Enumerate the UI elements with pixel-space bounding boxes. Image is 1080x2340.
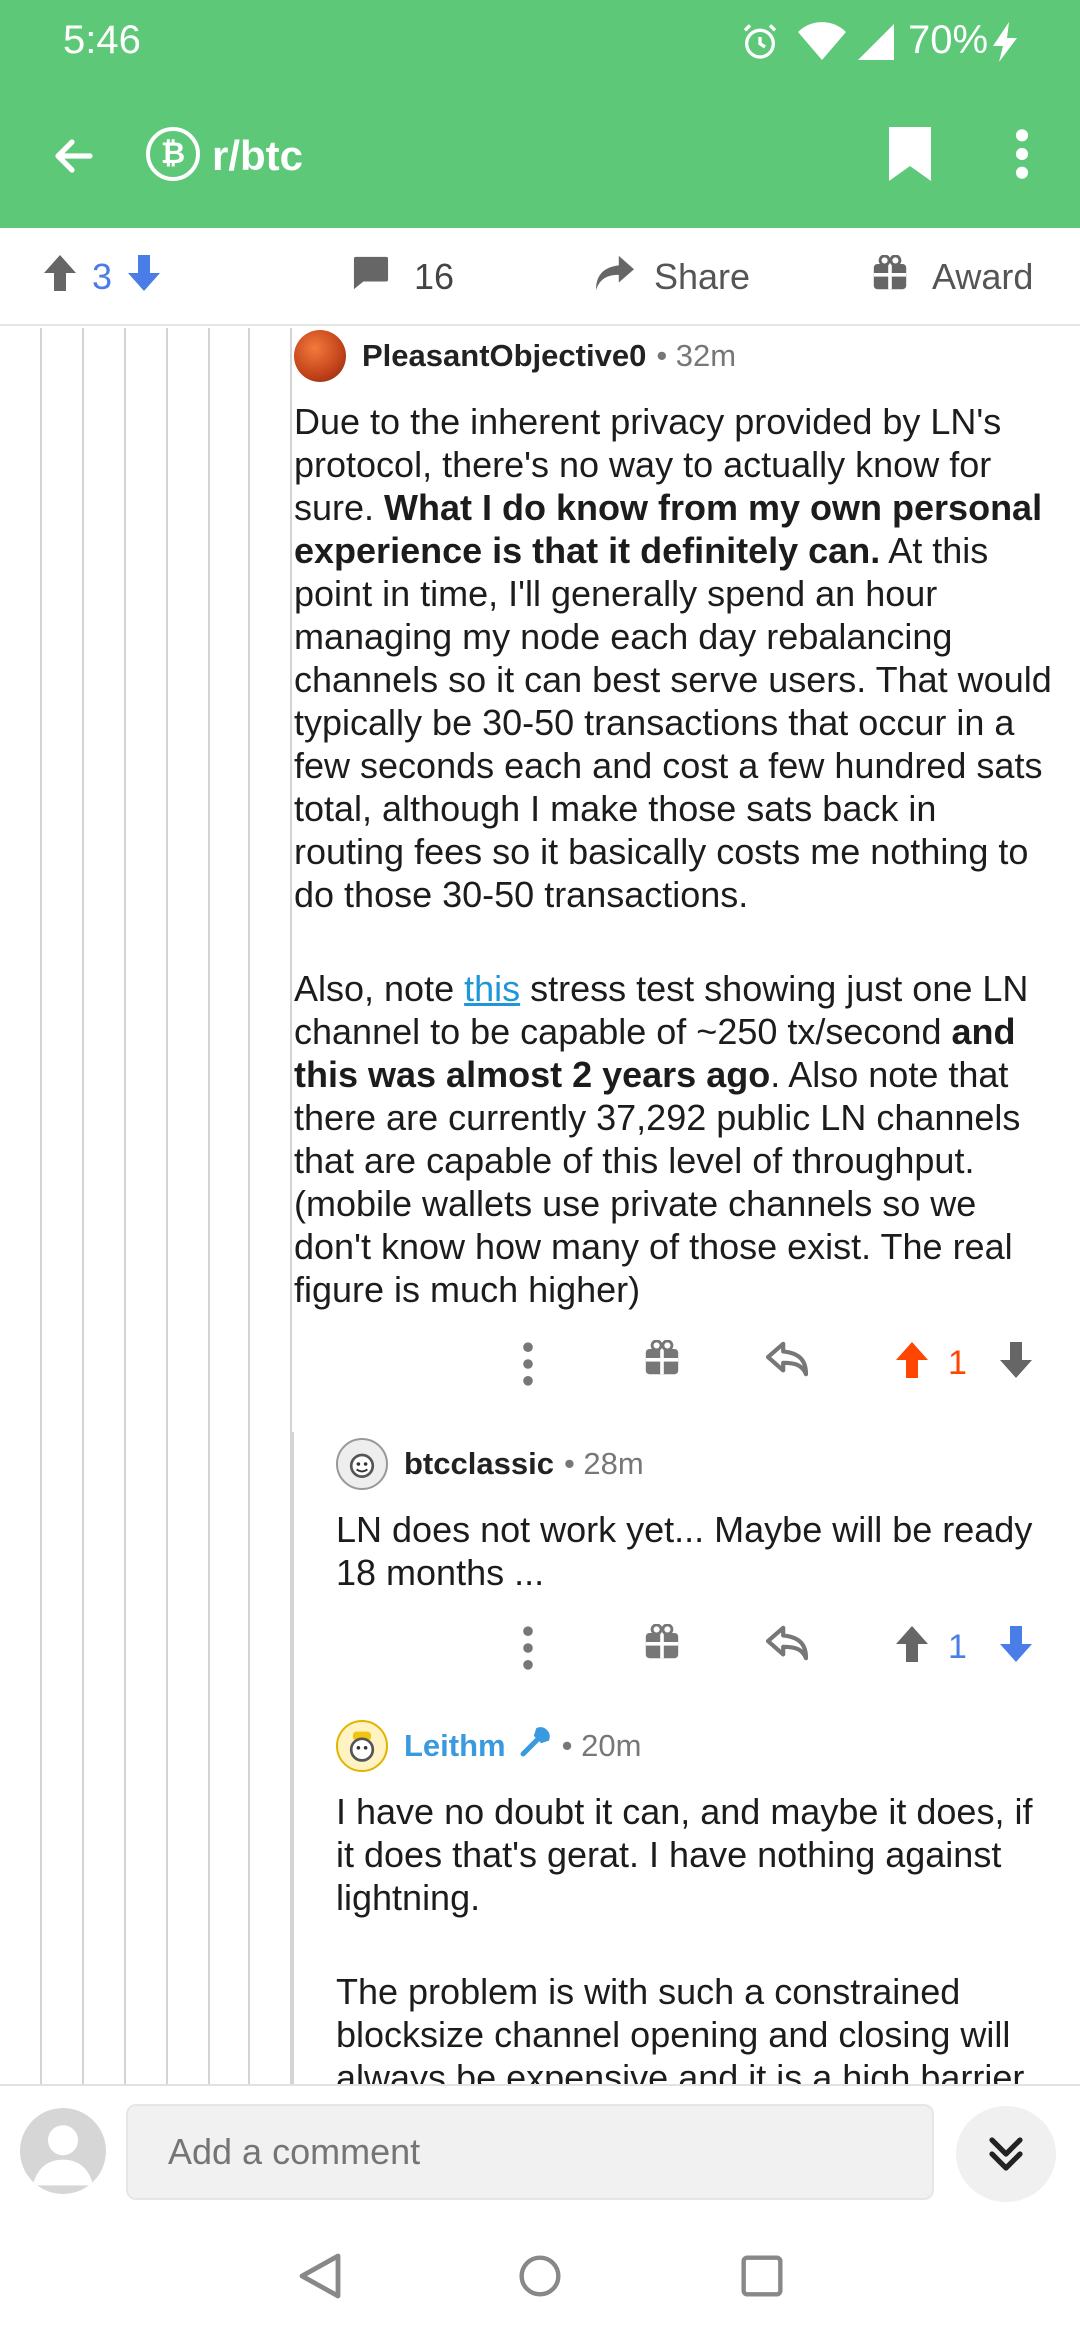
award-button[interactable]: Award <box>872 228 1033 326</box>
downvote-icon[interactable] <box>998 1624 1034 1669</box>
comment-body: LN does not work yet... Maybe will be re… <box>336 1508 1056 1594</box>
comment: btcclassic • 28m LN does not work yet...… <box>336 1436 1056 1645</box>
thread-depth-line[interactable] <box>248 328 250 2084</box>
comment-age: • 28m <box>563 1446 644 1481</box>
comment-paragraph: Due to the inherent privacy provided by … <box>294 400 1054 916</box>
comment-author[interactable]: Leithm <box>404 1728 506 1764</box>
subreddit-title[interactable]: r/btc <box>212 132 303 180</box>
thread-depth-line[interactable] <box>82 328 84 2084</box>
chevron-down-double-icon[interactable] <box>956 2106 1056 2202</box>
more-vert-icon[interactable] <box>1008 126 1036 187</box>
subreddit-icon[interactable]: ₿ <box>146 127 200 181</box>
reply-icon[interactable] <box>765 1340 809 1383</box>
inline-link[interactable]: this <box>464 968 520 1009</box>
comment-body: Due to the inherent privacy provided by … <box>294 400 1054 1311</box>
text-run: At this point in time, I'll generally sp… <box>294 530 1052 915</box>
text-run: LN does not work yet... Maybe will be re… <box>336 1509 1033 1593</box>
more-vert-icon[interactable] <box>520 1340 536 1393</box>
post-vote-group: 3 <box>42 228 162 326</box>
comment-score: 1 <box>948 1628 967 1666</box>
comment-paragraph: Also, note this stress test showing just… <box>294 967 1054 1311</box>
comment-actions: 1 <box>520 1336 1080 1396</box>
upvote-icon[interactable] <box>894 1624 930 1669</box>
thread-depth-line[interactable] <box>40 328 42 2084</box>
app-bar: ₿ r/btc <box>0 100 1080 208</box>
user-avatar[interactable] <box>20 2108 106 2194</box>
comment-header: Leithm • 20m <box>336 1718 1056 1774</box>
comment-paragraph: The problem is with such a constrained b… <box>336 1970 1056 2084</box>
status-time: 5:46 <box>63 18 141 62</box>
signal-icon <box>855 22 897 67</box>
text-run: Also, note <box>294 968 465 1009</box>
comment-paragraph: LN does not work yet... Maybe will be re… <box>336 1508 1056 1594</box>
comment-icon <box>352 255 390 300</box>
comment: Leithm • 20m I have no doubt it can, and… <box>336 1718 1056 2084</box>
bookmark-icon[interactable] <box>886 124 934 189</box>
add-comment-input[interactable] <box>126 2104 934 2200</box>
reply-icon[interactable] <box>765 1624 809 1667</box>
wrench-icon <box>518 1725 552 1767</box>
comment-thread: PleasantObjective0 • 32m Due to the inhe… <box>0 328 1080 2084</box>
battery-level: 70% <box>908 18 989 62</box>
snoo-avatar-icon <box>349 1453 375 1478</box>
snoo-avatar-icon <box>349 1731 375 1762</box>
text-run: I have no doubt it can, and maybe it doe… <box>336 1791 1033 1918</box>
avatar[interactable] <box>336 1720 388 1772</box>
share-label: Share <box>654 256 751 297</box>
comment-header: btcclassic • 28m <box>336 1436 1056 1492</box>
status-bar: 5:46 70% <box>0 0 1080 80</box>
comment-header: PleasantObjective0 • 32m <box>294 328 1054 384</box>
comment-actions: 1 <box>520 1620 1080 1680</box>
downvote-icon[interactable] <box>998 1340 1034 1385</box>
system-nav-bar <box>0 2214 1080 2340</box>
gift-icon[interactable] <box>644 1623 680 1665</box>
nav-recents-icon[interactable] <box>740 2252 784 2305</box>
share-icon <box>594 254 636 301</box>
text-run: The problem is with such a constrained b… <box>336 1971 1025 2084</box>
post-action-bar: 3 16 Share Award <box>0 228 1080 326</box>
comments-count: 16 <box>414 256 455 297</box>
thread-depth-line[interactable] <box>124 328 126 2084</box>
comment-author[interactable]: btcclassic <box>404 1446 554 1482</box>
default-avatar-icon <box>32 2125 94 2186</box>
comment-age: • 20m <box>561 1728 642 1763</box>
avatar[interactable] <box>294 330 346 382</box>
upvote-icon[interactable] <box>894 1340 930 1385</box>
comment-author[interactable]: PleasantObjective0 <box>362 338 646 374</box>
award-label: Award <box>932 256 1034 297</box>
thread-depth-line[interactable] <box>292 1432 294 2084</box>
gift-icon[interactable] <box>644 1339 680 1381</box>
avatar[interactable] <box>336 1438 388 1490</box>
alarm-icon <box>740 22 780 67</box>
comment-body: I have no doubt it can, and maybe it doe… <box>336 1790 1056 2084</box>
wifi-icon <box>798 22 846 67</box>
comment-composer <box>0 2084 1080 2214</box>
gift-icon <box>872 253 908 300</box>
post-score: 3 <box>92 256 113 297</box>
nav-back-icon[interactable] <box>298 2252 342 2305</box>
app-header: 5:46 70% ₿ r/btc <box>0 0 1080 228</box>
comment-score: 1 <box>948 1344 967 1382</box>
downvote-icon[interactable] <box>126 253 162 302</box>
comment: PleasantObjective0 • 32m Due to the inhe… <box>294 328 1054 1362</box>
thread-depth-line[interactable] <box>166 328 168 2084</box>
comment-paragraph: I have no doubt it can, and maybe it doe… <box>336 1790 1056 1919</box>
upvote-icon[interactable] <box>42 253 78 302</box>
charging-icon <box>992 22 1018 67</box>
back-arrow-icon[interactable] <box>46 128 102 184</box>
nav-home-icon[interactable] <box>518 2252 562 2305</box>
comments-count-button[interactable]: 16 <box>352 228 454 326</box>
comment-age: • 32m <box>656 338 737 373</box>
thread-depth-line[interactable] <box>208 328 210 2084</box>
more-vert-icon[interactable] <box>520 1624 536 1677</box>
share-button[interactable]: Share <box>594 228 750 326</box>
